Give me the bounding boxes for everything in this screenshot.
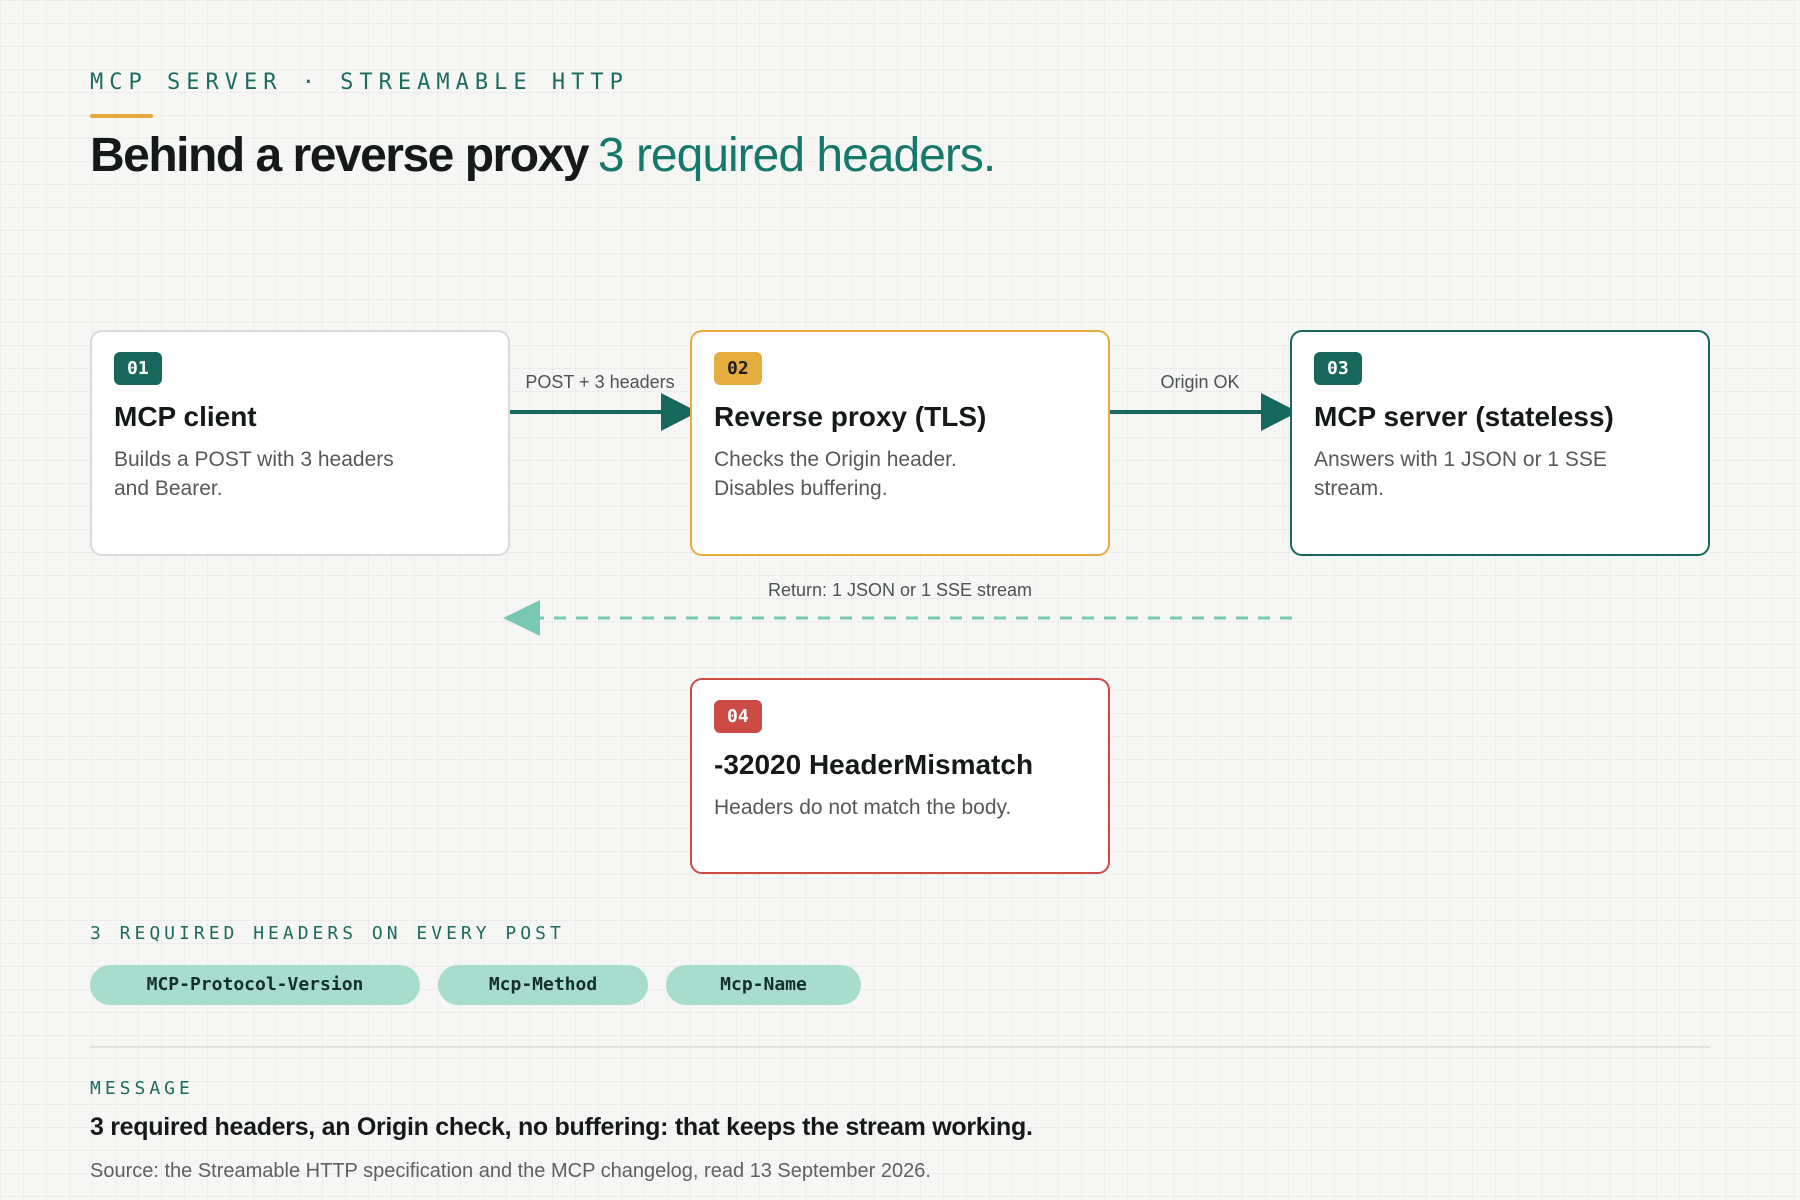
node-reverse-proxy: 02 Reverse proxy (TLS) Checks the Origin…	[690, 330, 1110, 556]
node-badge: 04	[714, 700, 762, 733]
message-text: 3 required headers, an Origin check, no …	[90, 1113, 1033, 1141]
node-badge: 01	[114, 352, 162, 385]
node-description: Builds a POST with 3 headers and Bearer.	[114, 448, 394, 500]
node-description: Checks the Origin header. Disables buffe…	[714, 448, 957, 500]
header-pills: MCP-Protocol-Version Mcp-Method Mcp-Name	[90, 965, 861, 1005]
message-label: MESSAGE	[90, 1078, 194, 1099]
node-title: MCP server (stateless)	[1314, 401, 1614, 432]
edge-label-proxy-to-server: Origin OK	[1160, 372, 1240, 392]
node-mcp-server: 03 MCP server (stateless) Answers with 1…	[1290, 330, 1710, 556]
edge-label-return: Return: 1 JSON or 1 SSE stream	[767, 580, 1033, 600]
node-title: Reverse proxy (TLS)	[714, 401, 987, 432]
node-mcp-client: 01 MCP client Builds a POST with 3 heade…	[90, 330, 510, 556]
node-title: MCP client	[114, 401, 257, 432]
node-badge: 02	[714, 352, 762, 385]
header-pill: Mcp-Method	[438, 965, 648, 1005]
header-pill: Mcp-Name	[666, 965, 861, 1005]
node-badge: 03	[1314, 352, 1362, 385]
node-description: Headers do not match the body.	[714, 796, 1012, 819]
edge-label-client-to-proxy: POST + 3 headers	[525, 372, 675, 392]
arrowhead-return	[503, 600, 540, 636]
header-pill: MCP-Protocol-Version	[90, 965, 420, 1005]
node-title: -32020 HeaderMismatch	[714, 749, 1034, 780]
node-header-mismatch: 04 -32020 HeaderMismatch Headers do not …	[690, 678, 1110, 874]
divider	[90, 1046, 1710, 1048]
headers-section-label: 3 REQUIRED HEADERS ON EVERY POST	[90, 923, 565, 944]
source-note: Source: the Streamable HTTP specificatio…	[90, 1160, 931, 1182]
node-description: Answers with 1 JSON or 1 SSE stream.	[1314, 448, 1607, 500]
